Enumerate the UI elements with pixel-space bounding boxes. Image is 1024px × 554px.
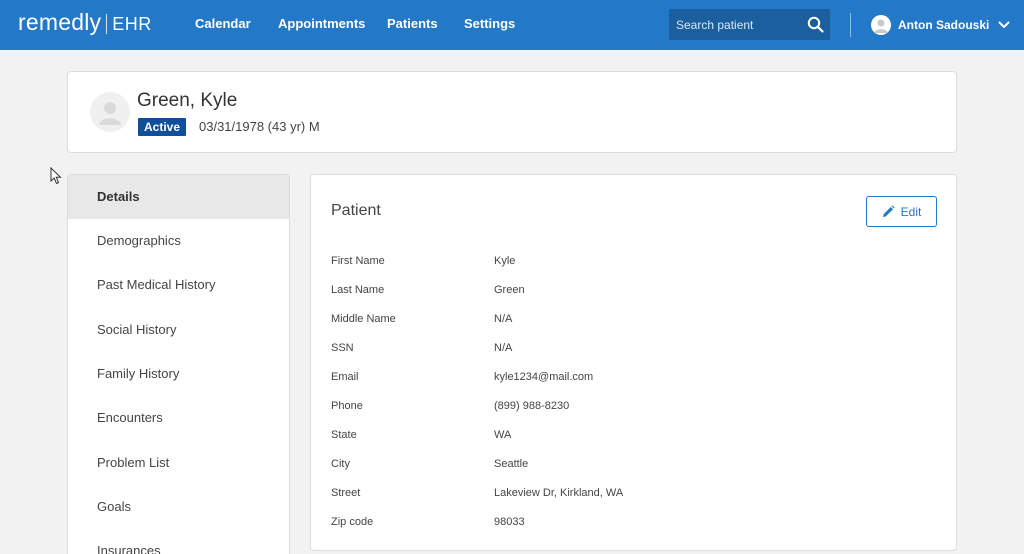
menu-item-family-history[interactable]: Family History: [68, 352, 289, 396]
field-value-phone: (899) 988-8230: [494, 400, 570, 412]
patient-name: Green, Kyle: [137, 90, 238, 111]
menu-item-past-medical-history[interactable]: Past Medical History: [68, 263, 289, 307]
field-label-city: City: [331, 458, 350, 470]
logo-name: remedly: [18, 9, 102, 35]
field-value-ssn: N/A: [494, 342, 513, 354]
patient-header-card: Green, Kyle Active 03/31/1978 (43 yr) M: [67, 71, 957, 153]
field-value-first-name: Kyle: [494, 255, 516, 267]
field-value-zip-code: 98033: [494, 516, 525, 528]
chevron-down-icon[interactable]: [998, 21, 1010, 29]
field-label-email: Email: [331, 371, 359, 383]
patient-search: [669, 9, 830, 40]
status-badge: Active: [138, 118, 187, 136]
app-logo[interactable]: remedly EHR: [18, 9, 152, 39]
search-input[interactable]: [669, 9, 799, 40]
top-nav-bar: remedly EHR Calendar Appointments Patien…: [0, 0, 1024, 50]
field-label-first-name: First Name: [331, 255, 385, 267]
field-value-middle-name: N/A: [494, 313, 513, 325]
patient-avatar-icon: [90, 92, 130, 132]
edit-label: Edit: [900, 204, 922, 219]
pencil-icon: [882, 205, 895, 217]
field-label-last-name: Last Name: [331, 284, 385, 296]
patient-info: 03/31/1978 (43 yr) M: [199, 119, 320, 134]
mouse-cursor-icon: [50, 167, 62, 185]
field-value-last-name: Green: [494, 284, 525, 296]
menu-item-goals[interactable]: Goals: [68, 485, 289, 529]
nav-appointments[interactable]: Appointments: [278, 16, 365, 31]
menu-item-details[interactable]: Details: [68, 175, 289, 219]
field-value-city: Seattle: [494, 458, 529, 470]
patient-details-card: Patient Edit First Name Kyle Last Name G…: [310, 174, 957, 551]
field-label-street: Street: [331, 487, 361, 499]
menu-item-problem-list[interactable]: Problem List: [68, 441, 289, 485]
nav-patients[interactable]: Patients: [387, 16, 438, 31]
nav-divider: [850, 13, 851, 37]
logo-divider: [106, 14, 108, 34]
menu-item-demographics[interactable]: Demographics: [68, 219, 289, 263]
field-value-state: WA: [494, 429, 512, 441]
nav-settings[interactable]: Settings: [464, 16, 515, 31]
menu-item-insurances[interactable]: Insurances: [68, 529, 289, 554]
field-value-email: kyle1234@mail.com: [494, 371, 594, 383]
field-value-street: Lakeview Dr, Kirkland, WA: [494, 487, 624, 499]
field-label-phone: Phone: [331, 400, 363, 412]
field-label-middle-name: Middle Name: [331, 313, 396, 325]
user-menu[interactable]: Anton Sadouski: [871, 13, 1010, 37]
user-name: Anton Sadouski: [898, 18, 990, 32]
menu-item-encounters[interactable]: Encounters: [68, 396, 289, 440]
nav-calendar[interactable]: Calendar: [195, 16, 251, 31]
edit-button[interactable]: Edit: [866, 196, 937, 227]
search-icon[interactable]: [807, 16, 824, 33]
logo-product: EHR: [112, 14, 152, 34]
field-label-state: State: [331, 429, 357, 441]
menu-item-social-history[interactable]: Social History: [68, 308, 289, 352]
patient-side-menu: Details Demographics Past Medical Histor…: [67, 174, 290, 554]
field-label-ssn: SSN: [331, 342, 354, 354]
user-avatar-icon: [871, 15, 891, 35]
section-title: Patient: [331, 202, 381, 219]
field-label-zip-code: Zip code: [331, 516, 374, 528]
